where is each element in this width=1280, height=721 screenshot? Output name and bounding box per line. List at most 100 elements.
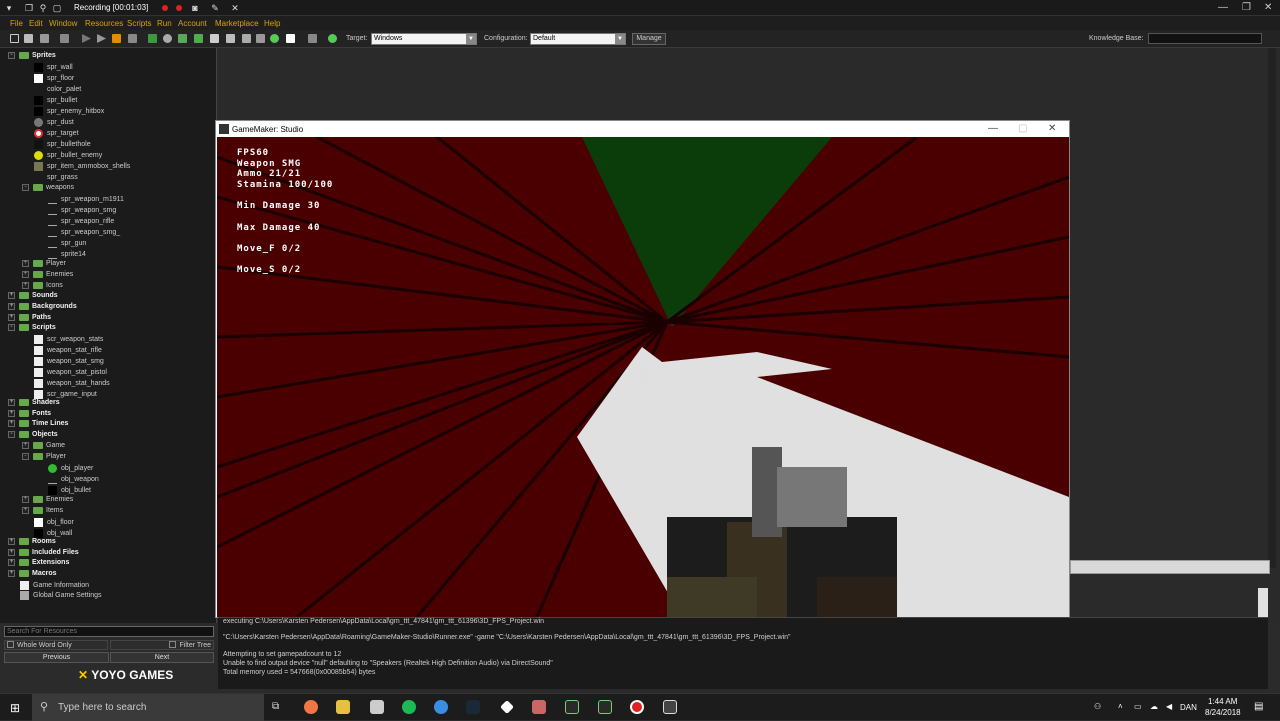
collapse-icon[interactable]: - (8, 52, 15, 59)
close-icon[interactable]: ✕ (230, 3, 240, 13)
list-icon[interactable] (308, 34, 317, 43)
tree-item[interactable]: obj_bullet (48, 486, 91, 495)
people-icon[interactable]: ⚇ (1094, 702, 1101, 711)
tree-folder-enemies[interactable]: + Enemies (22, 496, 73, 503)
menu-resources[interactable]: Resources (85, 19, 123, 28)
save-icon[interactable] (40, 34, 49, 43)
network-icon[interactable]: ▭ (1134, 702, 1142, 711)
tree-item[interactable]: scr_game_input (34, 390, 97, 399)
collapse-icon[interactable]: - (22, 453, 29, 460)
tree-item[interactable]: spr_item_ammobox_shells (34, 162, 130, 171)
collapse-icon[interactable]: - (8, 431, 15, 438)
gamemaker-runner-icon[interactable] (663, 700, 677, 714)
expand-icon[interactable]: + (22, 271, 29, 278)
tree-item[interactable]: spr_enemy_hitbox (34, 107, 104, 116)
tree-item[interactable]: spr_wall (34, 63, 73, 72)
menu-account[interactable]: Account (178, 19, 207, 28)
search-icon[interactable]: ⚲ (38, 3, 48, 13)
tree-item-game-information[interactable]: Game Information (20, 581, 89, 590)
minimize-icon[interactable]: — (1218, 2, 1228, 13)
menu-help[interactable]: Help (264, 19, 280, 28)
tree-folder-sprites[interactable]: - Sprites (8, 52, 56, 59)
expand-icon[interactable]: + (22, 442, 29, 449)
tree-folder-items[interactable]: + Items (22, 507, 63, 514)
expand-icon[interactable]: + (8, 559, 15, 566)
knowledge-base-input[interactable] (1148, 33, 1262, 44)
tree-item[interactable]: scr_weapon_stats (34, 335, 103, 344)
spotify-icon[interactable] (402, 700, 416, 714)
expand-icon[interactable]: + (8, 399, 15, 406)
expand-icon[interactable]: + (8, 314, 15, 321)
minimize-icon[interactable]: — (988, 123, 998, 134)
steam-icon[interactable] (466, 700, 480, 714)
tree-item[interactable]: spr_weapon_smg_ (48, 228, 120, 237)
font-icon[interactable] (242, 34, 251, 43)
target-select[interactable]: Windows ▼ (371, 33, 477, 45)
app-icon[interactable] (532, 700, 546, 714)
maximize-icon[interactable]: ▢ (1018, 123, 1027, 134)
menu-scripts[interactable]: Scripts (127, 19, 151, 28)
task-view-icon[interactable]: ⧉ (272, 701, 279, 712)
tree-folder-weapons[interactable]: - weapons (22, 184, 74, 191)
help-icon[interactable] (328, 34, 337, 43)
menu-window[interactable]: Window (49, 19, 77, 28)
menu-edit[interactable]: Edit (29, 19, 43, 28)
expand-icon[interactable]: + (8, 420, 15, 427)
tree-item[interactable]: spr_weapon_m1911 (48, 195, 124, 204)
shader-icon[interactable] (226, 34, 235, 43)
tree-folder-player[interactable]: - Player (22, 453, 66, 460)
cloud-icon[interactable]: ☁ (1150, 702, 1158, 711)
notifications-icon[interactable]: ▤ (1254, 701, 1263, 712)
speaker-icon[interactable]: ◀ (1166, 702, 1172, 711)
expand-icon[interactable]: + (8, 292, 15, 299)
sprite-icon[interactable] (148, 34, 157, 43)
sound-icon[interactable] (163, 34, 172, 43)
checkbox-icon[interactable] (7, 641, 14, 648)
chevron-down-icon[interactable]: ▼ (466, 34, 476, 44)
tree-folder-backgrounds[interactable]: + Backgrounds (8, 303, 77, 310)
background-icon[interactable] (178, 34, 187, 43)
pencil-icon[interactable]: ✎ (210, 3, 220, 13)
expand-icon[interactable]: + (22, 507, 29, 514)
clock-time[interactable]: 1:44 AM (1208, 697, 1237, 706)
tree-folder-extensions[interactable]: + Extensions (8, 559, 69, 566)
maximize-icon[interactable]: ❐ (1242, 2, 1251, 13)
chevron-up-icon[interactable]: ˄ (1118, 702, 1123, 711)
taskbar-search[interactable]: ⚲ Type here to search (32, 694, 264, 721)
tree-item[interactable]: spr_gun (48, 239, 86, 248)
path-icon[interactable] (194, 34, 203, 43)
collapse-icon[interactable]: - (22, 184, 29, 191)
whole-word-checkbox[interactable]: Whole Word Only (4, 640, 108, 650)
tree-item[interactable]: spr_bullet_enemy (34, 151, 102, 160)
export-icon[interactable] (60, 34, 69, 43)
gamemaker-icon[interactable] (565, 700, 579, 714)
tree-item[interactable]: obj_weapon (48, 475, 99, 484)
tree-item[interactable]: spr_floor (34, 74, 74, 83)
tree-folder-scripts[interactable]: - Scripts (8, 324, 56, 331)
tree-item[interactable]: spr_bullethole (34, 140, 91, 149)
menu-run[interactable]: Run (157, 19, 172, 28)
tree-folder-included-files[interactable]: + Included Files (8, 549, 79, 556)
expand-icon[interactable]: + (22, 260, 29, 267)
app-icon[interactable] (500, 700, 514, 714)
record-icon[interactable] (630, 700, 644, 714)
expand-icon[interactable]: + (8, 570, 15, 577)
filter-tree-checkbox[interactable]: Filter Tree (110, 640, 214, 650)
tree-folder-icons[interactable]: + Icons (22, 282, 63, 289)
dropdown-arrow-icon[interactable]: ▾ (4, 3, 14, 13)
tree-folder-game[interactable]: + Game (22, 442, 65, 449)
timeline-icon[interactable] (256, 34, 265, 43)
configuration-select[interactable]: Default ▼ (530, 33, 626, 45)
debug-run-icon[interactable] (97, 34, 106, 43)
windows-start-icon[interactable]: ⊞ (10, 701, 20, 715)
expand-icon[interactable]: + (22, 282, 29, 289)
tree-item[interactable]: weapon_stat_rifle (34, 346, 102, 355)
tree-item[interactable]: weapon_stat_hands (34, 379, 110, 388)
file-explorer-icon[interactable] (336, 700, 350, 714)
new-icon[interactable] (10, 34, 19, 43)
object-icon[interactable] (270, 34, 279, 43)
tree-folder-objects[interactable]: - Objects (8, 431, 58, 438)
manage-button[interactable]: Manage (632, 33, 666, 45)
clock-date[interactable]: 8/24/2018 (1205, 708, 1241, 717)
camera-icon[interactable]: ◙ (190, 3, 200, 13)
